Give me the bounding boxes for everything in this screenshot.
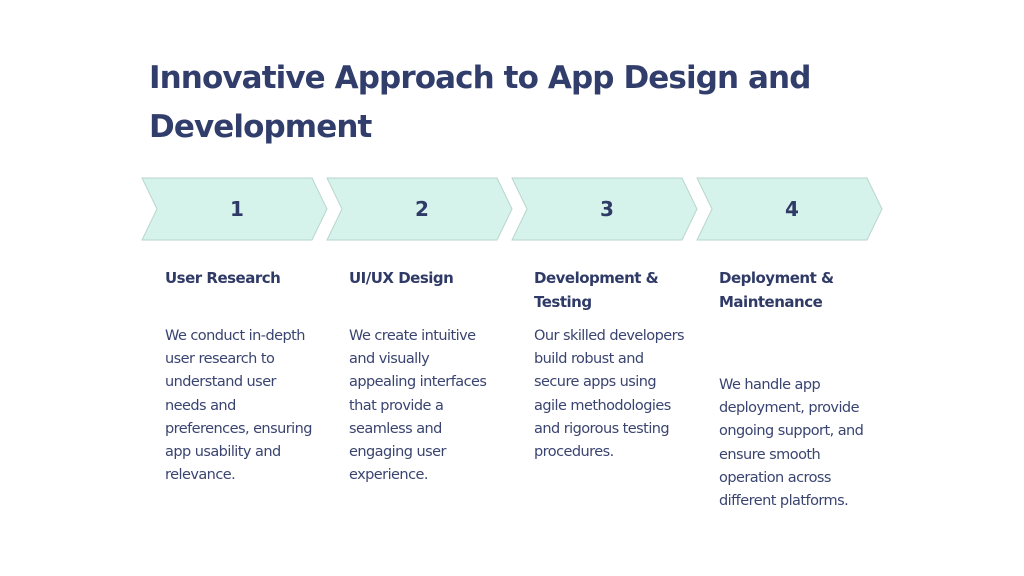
step-4-number: 4: [785, 197, 799, 221]
step-2-chevron: 2: [326, 177, 514, 241]
step-4-content: Deployment & Maintenance We handle app d…: [719, 266, 869, 509]
step-3-heading: Development & Testing: [534, 269, 659, 311]
step-2-heading: UI/UX Design: [349, 269, 454, 287]
step-1-content: User Research We conduct in-depth user r…: [165, 266, 315, 483]
step-1-chevron: 1: [141, 177, 329, 241]
step-2-content: UI/UX Design We create intuitive and vis…: [349, 266, 499, 483]
step-1-description: We conduct in-depth user research to und…: [165, 328, 312, 484]
step-3-number: 3: [600, 197, 614, 221]
step-4-description: We handle app deployment, provide ongoin…: [719, 377, 864, 510]
step-2-description: We create intuitive and visually appeali…: [349, 328, 487, 484]
step-4-heading: Deployment & Maintenance: [719, 269, 834, 311]
step-1-number: 1: [230, 197, 244, 221]
process-steps: 1 2 3 4 User Research We conduct in-dept…: [0, 0, 1024, 576]
step-4-chevron: 4: [696, 177, 884, 241]
step-3-content: Development & Testing Our skilled develo…: [534, 266, 685, 460]
step-3-chevron: 3: [511, 177, 699, 241]
step-2-number: 2: [415, 197, 429, 221]
step-1-heading: User Research: [165, 269, 281, 287]
step-3-description: Our skilled developers build robust and …: [534, 328, 685, 461]
